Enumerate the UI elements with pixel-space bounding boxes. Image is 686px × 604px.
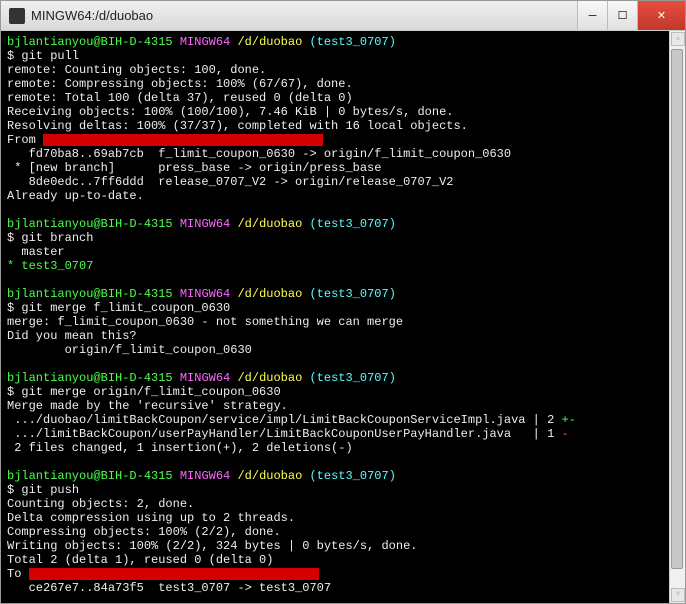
prompt-line: bjlantianyou@BIH-D-4315 MINGW64 /d/duoba… xyxy=(7,217,679,231)
ref-line: ce267e7..84a73f5 test3_0707 -> test3_070… xyxy=(7,581,679,595)
command-line: $ git branch xyxy=(7,231,679,245)
output-line: merge: f_limit_coupon_0630 - not somethi… xyxy=(7,315,679,329)
titlebar[interactable]: MINGW64:/d/duobao ─ ☐ ✕ xyxy=(1,1,685,31)
output-line: Receiving objects: 100% (100/100), 7.46 … xyxy=(7,105,679,119)
command-line: $ git merge f_limit_coupon_0630 xyxy=(7,301,679,315)
blank-line xyxy=(7,357,679,371)
prompt-line: bjlantianyou@BIH-D-4315 MINGW64 /d/duoba… xyxy=(7,287,679,301)
output-line: 2 files changed, 1 insertion(+), 2 delet… xyxy=(7,441,679,455)
output-line: Delta compression using up to 2 threads. xyxy=(7,511,679,525)
blank-line xyxy=(7,595,679,603)
ref-line: * [new branch] press_base -> origin/pres… xyxy=(7,161,679,175)
scroll-thumb[interactable] xyxy=(671,49,683,569)
app-icon xyxy=(9,8,25,24)
command-line: $ git push xyxy=(7,483,679,497)
prompt-line: bjlantianyou@BIH-D-4315 MINGW64 /d/duoba… xyxy=(7,469,679,483)
redacted-bar xyxy=(43,134,323,146)
ref-line: fd70ba8..69ab7cb f_limit_coupon_0630 -> … xyxy=(7,147,679,161)
diff-line: .../duobao/limitBackCoupon/service/impl/… xyxy=(7,413,679,427)
output-line: origin/f_limit_coupon_0630 xyxy=(7,343,679,357)
output-line: remote: Counting objects: 100, done. xyxy=(7,63,679,77)
maximize-button[interactable]: ☐ xyxy=(607,1,637,30)
output-line: remote: Total 100 (delta 37), reused 0 (… xyxy=(7,91,679,105)
window-title: MINGW64:/d/duobao xyxy=(31,8,577,23)
diff-line: .../limitBackCoupon/userPayHandler/Limit… xyxy=(7,427,679,441)
output-line: Already up-to-date. xyxy=(7,189,679,203)
app-window: MINGW64:/d/duobao ─ ☐ ✕ bjlantianyou@BIH… xyxy=(0,0,686,604)
output-line: Resolving deltas: 100% (37/37), complete… xyxy=(7,119,679,133)
branch-line: master xyxy=(7,245,679,259)
prompt-line: bjlantianyou@BIH-D-4315 MINGW64 /d/duoba… xyxy=(7,371,679,385)
terminal-output[interactable]: bjlantianyou@BIH-D-4315 MINGW64 /d/duoba… xyxy=(1,31,685,603)
output-line: Merge made by the 'recursive' strategy. xyxy=(7,399,679,413)
output-line: Writing objects: 100% (2/2), 324 bytes |… xyxy=(7,539,679,553)
window-controls: ─ ☐ ✕ xyxy=(577,1,685,30)
minimize-button[interactable]: ─ xyxy=(577,1,607,30)
blank-line xyxy=(7,455,679,469)
prompt-line: bjlantianyou@BIH-D-4315 MINGW64 /d/duoba… xyxy=(7,35,679,49)
branch-current-line: * test3_0707 xyxy=(7,259,679,273)
scroll-down-arrow[interactable]: ▼ xyxy=(671,588,685,602)
scroll-up-arrow[interactable]: ▲ xyxy=(671,32,685,46)
blank-line xyxy=(7,203,679,217)
output-line: Did you mean this? xyxy=(7,329,679,343)
output-line: Total 2 (delta 1), reused 0 (delta 0) xyxy=(7,553,679,567)
blank-line xyxy=(7,273,679,287)
output-line: Compressing objects: 100% (2/2), done. xyxy=(7,525,679,539)
redacted-bar xyxy=(29,568,319,580)
command-line: $ git pull xyxy=(7,49,679,63)
close-button[interactable]: ✕ xyxy=(637,1,685,30)
output-line-redacted: To xyxy=(7,567,679,581)
output-line: remote: Compressing objects: 100% (67/67… xyxy=(7,77,679,91)
command-line: $ git merge origin/f_limit_coupon_0630 xyxy=(7,385,679,399)
scrollbar[interactable]: ▲ ▼ xyxy=(669,31,685,603)
ref-line: 8de0edc..7ff6ddd release_0707_V2 -> orig… xyxy=(7,175,679,189)
output-line: Counting objects: 2, done. xyxy=(7,497,679,511)
output-line-redacted: From xyxy=(7,133,679,147)
